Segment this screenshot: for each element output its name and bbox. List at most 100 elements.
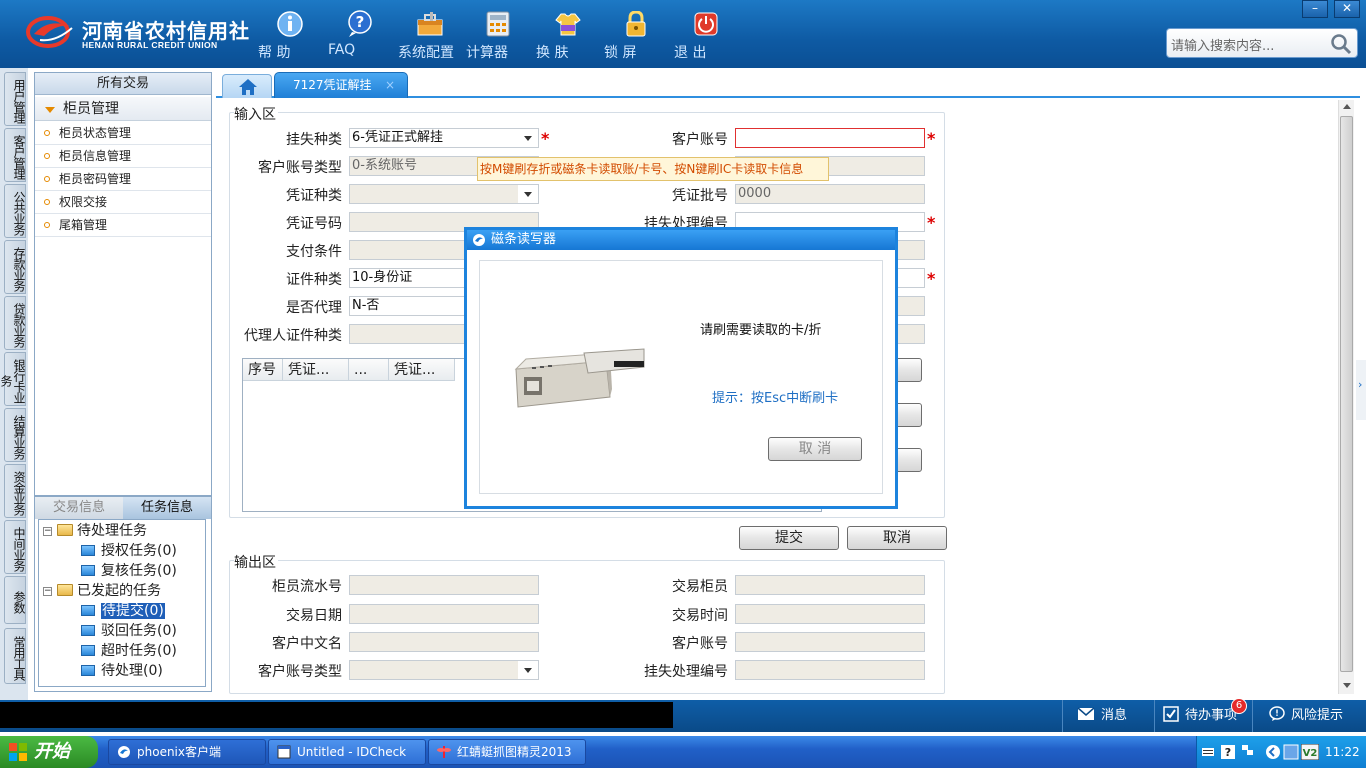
tab-task-info[interactable]: 任务信息: [123, 497, 211, 519]
vtab-customer-mgmt[interactable]: 客户管理: [4, 128, 26, 182]
tree-node-pending[interactable]: − 待处理任务: [43, 522, 147, 540]
window-app-icon: [277, 745, 291, 759]
chevron-down-icon[interactable]: [518, 129, 538, 147]
tab-transaction-info[interactable]: 交易信息: [35, 497, 123, 519]
faq-label: FAQ: [328, 42, 356, 58]
close-tab-icon[interactable]: ×: [385, 73, 395, 97]
vertical-scrollbar[interactable]: [1338, 100, 1354, 694]
tray-app-icon[interactable]: [1283, 744, 1299, 760]
voucher-type-label: 凭证种类: [286, 188, 342, 204]
todo-button[interactable]: 待办事项 6: [1154, 698, 1252, 732]
vtab-public-business[interactable]: 公共业务: [4, 184, 26, 238]
tree-node-initiated[interactable]: − 已发起的任务: [43, 582, 161, 600]
change-skin-button[interactable]: 换 肤: [536, 8, 600, 62]
help-button[interactable]: 帮 助: [258, 8, 322, 62]
vtab-user-mgmt[interactable]: 用户管理: [4, 72, 26, 126]
grid-header-voucher-2[interactable]: 凭证...: [389, 359, 455, 381]
exit-label: 退 出: [674, 45, 707, 61]
tree-label: 待处理(0): [101, 663, 163, 679]
menu-item-tail-box[interactable]: 尾箱管理: [35, 214, 211, 237]
ime-icon[interactable]: V2: [1301, 744, 1319, 760]
tree-node-review-tasks[interactable]: 复核任务(0): [81, 562, 177, 580]
grid-header-ellipsis[interactable]: ...: [349, 359, 389, 381]
vtab-common-tools[interactable]: 常用工具: [4, 628, 26, 684]
dialog-cancel-button[interactable]: 取 消: [768, 437, 862, 461]
exit-button[interactable]: 退 出: [674, 8, 738, 62]
lock-screen-button[interactable]: 锁 屏: [604, 8, 668, 62]
tab-home[interactable]: [222, 74, 272, 98]
folder-blue-icon: [81, 665, 95, 676]
risk-alert-button[interactable]: 风险提示: [1252, 700, 1366, 732]
teller-mgmt-group[interactable]: 柜员管理: [35, 97, 211, 121]
search-input[interactable]: 请输入搜索内容...: [1171, 35, 1274, 54]
help-tray-icon[interactable]: ?: [1221, 745, 1235, 759]
messages-button[interactable]: 消息: [1062, 700, 1154, 732]
cancel-button[interactable]: 取消: [847, 526, 947, 550]
voucher-type-select[interactable]: [349, 184, 539, 204]
grid-header-seq[interactable]: 序号: [243, 359, 283, 381]
tree-node-rejected[interactable]: 驳回任务(0): [81, 622, 177, 640]
dialog-title-bar[interactable]: 磁条读写器: [467, 230, 895, 250]
vtab-loan[interactable]: 贷款业务: [4, 296, 26, 350]
folder-icon: [57, 524, 73, 536]
scroll-down-icon[interactable]: [1343, 683, 1351, 688]
cust-acct-input[interactable]: [735, 128, 925, 148]
all-transactions-title[interactable]: 所有交易: [35, 73, 211, 95]
expand-triangle-icon: [45, 107, 55, 113]
vtab-settlement[interactable]: 结算业务: [4, 408, 26, 462]
taskbar-item-idcheck[interactable]: Untitled - IDCheck: [268, 739, 426, 765]
start-button[interactable]: 开始: [0, 736, 98, 768]
menu-item-label: 柜员信息管理: [59, 149, 132, 163]
tree-node-to-submit[interactable]: 待提交(0): [81, 602, 165, 620]
vtab-intermediary[interactable]: 中间业务: [4, 520, 26, 574]
tree-node-to-process[interactable]: 待处理(0): [81, 662, 163, 680]
svg-text:?: ?: [1225, 746, 1231, 759]
system-config-button[interactable]: 系统配置: [398, 8, 462, 62]
minimize-button[interactable]: –: [1302, 0, 1328, 18]
cust-cn-name-field: [349, 632, 539, 652]
system-tray: ? V2 11:22: [1196, 736, 1366, 768]
loss-type-select[interactable]: 6-凭证正式解挂: [349, 128, 539, 148]
keyboard-icon[interactable]: [1201, 745, 1215, 759]
trans-time-field: [735, 604, 925, 624]
menu-item-teller-status[interactable]: 柜员状态管理: [35, 122, 211, 145]
dialog-message: 请刷需要读取的卡/折: [700, 323, 822, 338]
taskbar-item-screenshot-tool[interactable]: 红蜻蜓抓图精灵2013: [428, 739, 586, 765]
vtab-bank-card[interactable]: 银行卡业务: [0, 352, 26, 406]
collapse-box-icon[interactable]: −: [43, 587, 52, 596]
submit-button[interactable]: 提交: [739, 526, 839, 550]
network-icon[interactable]: [1241, 743, 1255, 757]
menu-item-permission-handover[interactable]: 权限交接: [35, 191, 211, 214]
menu-item-label: 柜员密码管理: [59, 172, 132, 186]
vtab-parameters[interactable]: 参数: [4, 576, 26, 624]
menu-item-label: 柜员状态管理: [59, 126, 132, 140]
close-window-button[interactable]: ✕: [1334, 0, 1360, 18]
out-loss-proc-no-field: [735, 660, 925, 680]
payment-cond-label: 支付条件: [286, 244, 342, 260]
task-tree: − 待处理任务 授权任务(0) 复核任务(0) − 已发起的任务 待提交(0) 驳回…: [38, 519, 206, 687]
expand-tray-icon[interactable]: [1265, 744, 1281, 760]
taskbar-item-label: 红蜻蜓抓图精灵2013: [457, 745, 572, 759]
vtab-deposit[interactable]: 存款业务: [4, 240, 26, 294]
scroll-up-icon[interactable]: [1343, 104, 1351, 109]
tab-voucher-unfreeze[interactable]: 7127凭证解挂 ×: [274, 72, 408, 98]
required-mark: *: [927, 129, 936, 148]
tree-label: 超时任务(0): [101, 643, 177, 659]
menu-item-teller-info[interactable]: 柜员信息管理: [35, 145, 211, 168]
tree-node-timeout[interactable]: 超时任务(0): [81, 642, 177, 660]
taskbar-item-phoenix[interactable]: phoenix客户端: [108, 739, 266, 765]
calculator-button[interactable]: 计算器: [466, 8, 530, 62]
chevron-down-icon[interactable]: [518, 185, 538, 203]
scroll-thumb[interactable]: [1340, 116, 1353, 672]
faq-button[interactable]: ? FAQ: [328, 8, 392, 62]
menu-item-teller-password[interactable]: 柜员密码管理: [35, 168, 211, 191]
collapse-box-icon[interactable]: −: [43, 527, 52, 536]
side-collapse-handle[interactable]: ›: [1356, 360, 1366, 420]
vtab-funds[interactable]: 资金业务: [4, 464, 26, 518]
tree-node-auth-tasks[interactable]: 授权任务(0): [81, 542, 177, 560]
grid-header-voucher-1[interactable]: 凭证...: [283, 359, 349, 381]
search-box[interactable]: 请输入搜索内容...: [1166, 28, 1358, 58]
card-read-tooltip: 按M键刷存折或磁条卡读取账/卡号、按N键刷IC卡读取卡信息: [477, 157, 829, 181]
search-icon[interactable]: [1329, 32, 1353, 56]
voucher-batch-field: 0000: [735, 184, 925, 204]
